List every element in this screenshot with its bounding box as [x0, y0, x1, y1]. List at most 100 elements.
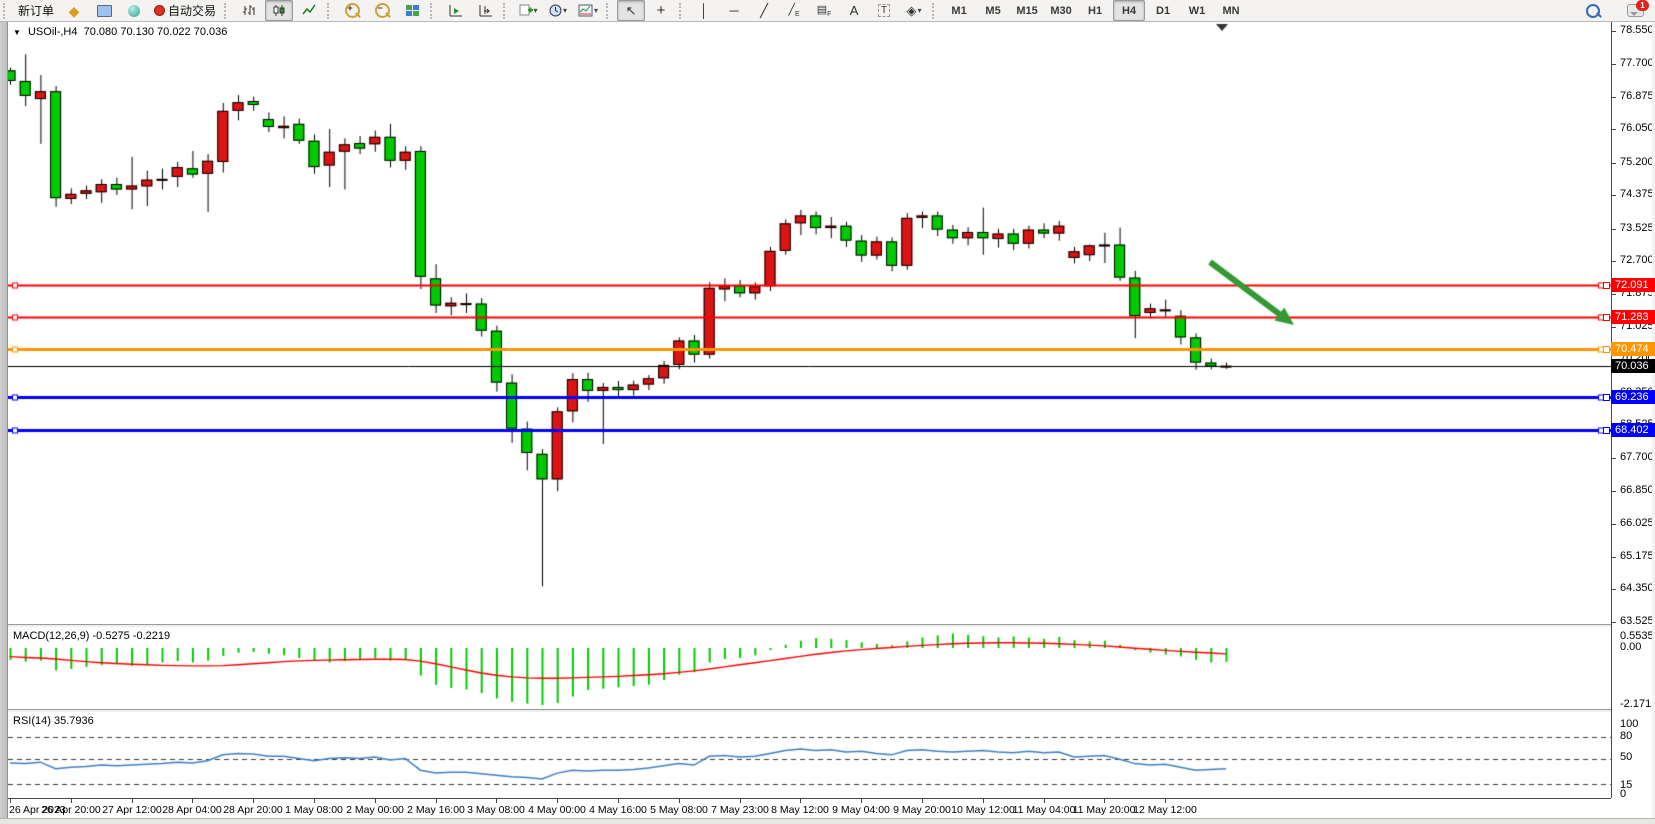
time-tick-label: 3 May 08:00	[467, 804, 525, 816]
chart-shift-button[interactable]	[471, 0, 499, 21]
vertical-line-button[interactable]: │	[690, 0, 718, 21]
main-chart-canvas[interactable]	[8, 22, 1611, 624]
timeframe-m1-button[interactable]: M1	[943, 0, 975, 21]
bar-chart-button[interactable]	[235, 0, 263, 21]
one-click-trading-arrow-icon[interactable]: ▼	[13, 28, 21, 37]
horizontal-line-icon: ─	[729, 3, 738, 18]
time-tick-label: 9 May 04:00	[832, 804, 890, 816]
equidistant-channel-button[interactable]: ╱E	[780, 0, 808, 21]
candlestick-chart-button[interactable]	[265, 0, 293, 21]
tile-windows-button[interactable]	[398, 0, 426, 21]
text-button[interactable]: A	[840, 0, 868, 21]
time-tick-label: 5 May 08:00	[650, 804, 708, 816]
toolbar-grip[interactable]	[932, 3, 939, 19]
line-chart-icon	[302, 4, 316, 17]
price-tick-label: 75.200	[1620, 156, 1654, 168]
cursor-button[interactable]: ↖	[617, 0, 645, 21]
timeframe-group: M1M5M15M30H1H4D1W1MN	[942, 0, 1248, 21]
trendline-button[interactable]: ╱	[750, 0, 778, 21]
hline-price-label: 71.283	[1611, 310, 1655, 324]
time-tick-label: 2 May 16:00	[407, 804, 465, 816]
time-tick	[557, 799, 558, 803]
price-tick	[1612, 557, 1616, 558]
rsi-label: RSI(14) 35.7936	[13, 715, 94, 727]
new-chart-plus-icon	[519, 4, 533, 17]
timeframe-h4-button[interactable]: H4	[1113, 0, 1145, 21]
metaeditor-button[interactable]: ◆	[60, 0, 88, 21]
hline-price-label: 68.402	[1611, 423, 1655, 437]
toolbar-grip[interactable]	[3, 3, 10, 19]
time-tick-label: 2 May 00:00	[346, 804, 404, 816]
crosshair-icon: +	[657, 2, 666, 19]
toolbar-grip[interactable]	[327, 3, 334, 19]
zoom-in-button[interactable]: +	[338, 0, 366, 21]
price-tick	[1612, 491, 1616, 492]
toolbar-grip[interactable]	[679, 3, 686, 19]
fibonacci-button[interactable]: ▤F	[810, 0, 838, 21]
macd-label: MACD(12,26,9) -0.5275 -0.2219	[13, 630, 170, 642]
toolbar-grip[interactable]	[430, 3, 437, 19]
symbol-period-label: USOil-,H4	[28, 26, 78, 38]
horizontal-line-button[interactable]: ─	[720, 0, 748, 21]
line-handle[interactable]	[1603, 314, 1610, 321]
hline-price-label: 72.091	[1611, 278, 1655, 292]
time-axis[interactable]: 26 Apr 202326 Apr 20:0027 Apr 12:0028 Ap…	[8, 798, 1611, 818]
price-tick	[1612, 97, 1616, 98]
line-handle[interactable]	[1603, 427, 1610, 434]
search-icon	[1586, 4, 1600, 18]
time-tick	[922, 799, 923, 803]
arrows-button[interactable]: ◈ ▾	[900, 0, 928, 21]
timeframe-mn-button[interactable]: MN	[1215, 0, 1247, 21]
window-left-border	[0, 22, 8, 824]
timeframe-d1-button[interactable]: D1	[1147, 0, 1179, 21]
new-order-button[interactable]: 新订单	[14, 0, 58, 21]
line-handle[interactable]	[1603, 282, 1610, 289]
crosshair-button[interactable]: +	[647, 0, 675, 21]
time-tick-label: 11 May 04:00	[1013, 804, 1076, 816]
line-handle[interactable]	[1603, 394, 1610, 401]
rsi-panel-canvas[interactable]	[8, 712, 1611, 798]
toolbar-grip[interactable]	[224, 3, 231, 19]
timeframe-m15-button[interactable]: M15	[1011, 0, 1043, 21]
globe-icon	[128, 5, 140, 17]
time-tick-label: 8 May 12:00	[771, 804, 829, 816]
text-label-button[interactable]: T	[870, 0, 898, 21]
zoom-out-button[interactable]: −	[368, 0, 396, 21]
timeframe-h1-button[interactable]: H1	[1079, 0, 1111, 21]
clock-icon	[549, 4, 562, 17]
navigator-button[interactable]	[120, 0, 148, 21]
time-tick	[740, 799, 741, 803]
notifications-button[interactable]: 1	[1609, 0, 1648, 21]
price-tick-label: 67.700	[1620, 451, 1654, 463]
periods-button[interactable]: ▾	[544, 0, 572, 21]
market-watch-button[interactable]	[90, 0, 118, 21]
macd-panel-canvas[interactable]	[8, 627, 1611, 709]
auto-trading-button[interactable]: 自动交易	[150, 0, 220, 21]
templates-button[interactable]: ▾	[574, 0, 602, 21]
price-tick	[1612, 458, 1616, 459]
chart-shift-icon	[478, 4, 493, 17]
auto-trading-label: 自动交易	[168, 2, 216, 19]
mt4-window: 新订单 ◆ 自动交易 + −	[0, 0, 1655, 824]
price-tick	[1612, 64, 1616, 65]
arrange-charts-button[interactable]	[441, 0, 469, 21]
price-tick	[1612, 163, 1616, 164]
price-tick-label: 76.875	[1620, 90, 1654, 102]
line-chart-button[interactable]	[295, 0, 323, 21]
timeframe-w1-button[interactable]: W1	[1181, 0, 1213, 21]
time-tick	[10, 799, 11, 803]
toolbar-grip[interactable]	[606, 3, 613, 19]
rsi-axis-label: 50	[1620, 751, 1632, 763]
time-tick-label: 10 May 12:00	[951, 804, 1015, 816]
line-handle[interactable]	[1603, 346, 1610, 353]
toolbar-grip[interactable]	[503, 3, 510, 19]
search-button[interactable]	[1579, 0, 1607, 21]
time-tick-label: 27 Apr 12:00	[102, 804, 162, 816]
time-tick-label: 9 May 20:00	[893, 804, 951, 816]
time-tick	[375, 799, 376, 803]
price-axis[interactable]: 78.55077.70076.87576.05075.20074.37573.5…	[1611, 22, 1655, 798]
timeframe-m5-button[interactable]: M5	[977, 0, 1009, 21]
new-chart-button[interactable]: ▾	[514, 0, 542, 21]
timeframe-m30-button[interactable]: M30	[1045, 0, 1077, 21]
price-tick-label: 64.350	[1620, 582, 1654, 594]
